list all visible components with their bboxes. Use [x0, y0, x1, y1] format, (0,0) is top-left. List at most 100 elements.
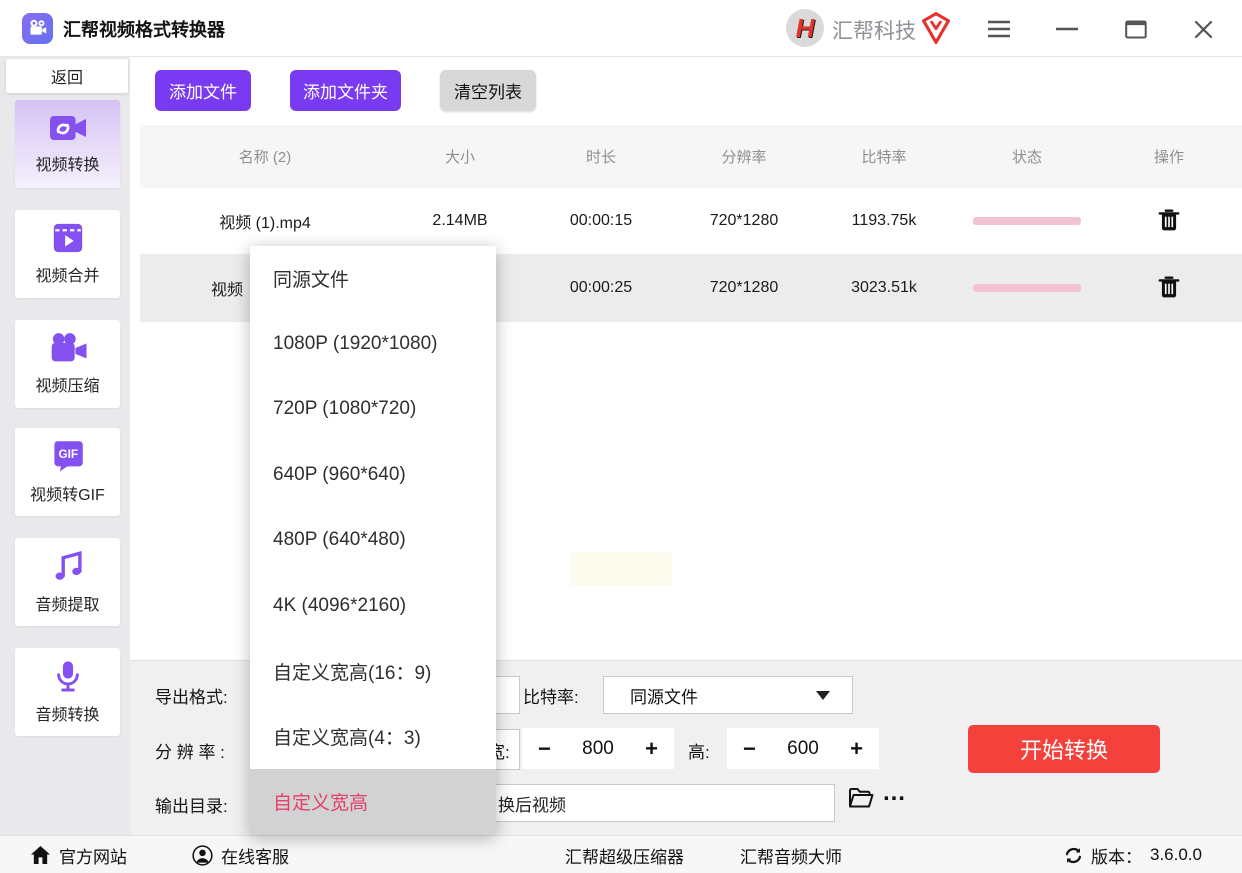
refresh-icon	[1064, 846, 1083, 865]
trash-icon	[1158, 208, 1180, 232]
browse-folder-button[interactable]	[848, 787, 874, 812]
header-bitrate: 比特率	[814, 125, 954, 188]
clear-list-button[interactable]: 清空列表	[440, 70, 536, 111]
app-icon	[22, 13, 53, 44]
header-resolution: 分辨率	[674, 125, 814, 188]
progress-bar	[973, 217, 1081, 225]
resolution-dropdown-menu: 同源文件 1080P (1920*1080) 720P (1080*720) 6…	[250, 246, 496, 835]
output-dir-label: 输出目录:	[155, 792, 228, 817]
dropdown-item[interactable]: 640P (960*640)	[250, 442, 496, 507]
header-name: 名称 (2)	[165, 125, 365, 188]
height-plus-button[interactable]: +	[850, 738, 863, 760]
header-action: 操作	[1099, 125, 1239, 188]
online-service-link[interactable]: 在线客服	[192, 836, 289, 873]
menu-icon[interactable]	[982, 12, 1016, 46]
delete-row-button[interactable]	[1154, 271, 1184, 306]
app-window: 汇帮视频格式转换器 H 汇帮科技 返回	[0, 0, 1242, 873]
header-duration: 时长	[531, 125, 671, 188]
sidebar-item-label: 音频转换	[35, 701, 99, 725]
brand-name: 汇帮科技	[832, 15, 916, 45]
header-size: 大小	[390, 125, 530, 188]
dropdown-item-selected[interactable]: 自定义宽高	[250, 769, 496, 834]
statusbar: 官方网站 在线客服 汇帮超级压缩器 汇帮音频大师 版本： 3.6.0.0	[0, 835, 1242, 873]
width-plus-button[interactable]: +	[645, 738, 658, 760]
height-stepper: − 600 +	[727, 728, 879, 769]
output-dir-value: 换后视频	[498, 791, 566, 816]
official-site-link[interactable]: 官方网站	[30, 836, 127, 873]
sidebar-item-video-to-gif[interactable]: GIF 视频转GIF	[15, 428, 120, 516]
sidebar-item-label: 音频提取	[35, 591, 99, 615]
dropdown-item[interactable]: 480P (640*480)	[250, 508, 496, 573]
width-stepper: − 800 +	[522, 728, 674, 769]
more-options-button[interactable]: …	[882, 779, 907, 807]
home-icon	[30, 845, 51, 865]
movie-camera-icon	[27, 18, 48, 39]
video-to-gif-icon: GIF	[50, 439, 86, 473]
sidebar-item-label: 视频合并	[35, 262, 99, 286]
vip-badge-icon	[920, 11, 952, 50]
sidebar-item-audio-extract[interactable]: 音频提取	[15, 538, 120, 626]
file-resolution: 720*1280	[674, 188, 814, 254]
file-size: 2.14MB	[390, 188, 530, 254]
close-button[interactable]	[1186, 12, 1220, 46]
sidebar-item-video-convert[interactable]: 视频转换	[15, 100, 120, 188]
file-resolution: 720*1280	[674, 254, 814, 322]
resolution-label: 分 辨 率 :	[155, 738, 225, 763]
sidebar-item-video-merge[interactable]: 视频合并	[15, 210, 120, 298]
file-name: 视频 (1).mp4	[165, 188, 365, 254]
width-minus-button[interactable]: −	[538, 738, 551, 760]
bitrate-select[interactable]: 同源文件	[603, 676, 853, 714]
video-merge-icon	[51, 222, 85, 254]
dropdown-item[interactable]: 同源文件	[250, 246, 496, 311]
version-info: 版本： 3.6.0.0	[1064, 836, 1202, 873]
bitrate-value: 同源文件	[630, 683, 698, 708]
svg-text:GIF: GIF	[58, 447, 78, 461]
delete-row-button[interactable]	[1154, 204, 1184, 239]
app-title: 汇帮视频格式转换器	[63, 16, 225, 42]
bitrate-label: 比特率:	[523, 683, 579, 708]
height-label: 高:	[688, 738, 710, 763]
add-folder-button[interactable]: 添加文件夹	[290, 70, 401, 111]
file-duration: 00:00:25	[531, 254, 671, 322]
chevron-down-icon	[816, 691, 830, 700]
sidebar: 返回 视频转换 视频合并	[0, 57, 130, 835]
dropdown-item[interactable]: 4K (4096*2160)	[250, 573, 496, 638]
width-value[interactable]: 800	[582, 738, 614, 760]
music-note-icon	[51, 549, 85, 583]
add-file-button[interactable]: 添加文件	[155, 70, 251, 111]
start-convert-button[interactable]: 开始转换	[968, 725, 1160, 773]
version-label: 版本：	[1091, 843, 1142, 868]
table-header: 名称 (2) 大小 时长 分辨率 比特率 状态 操作	[140, 125, 1242, 188]
height-minus-button[interactable]: −	[743, 738, 756, 760]
watermark	[570, 552, 672, 586]
dropdown-item[interactable]: 自定义宽高(16：9)	[250, 638, 496, 703]
maximize-button[interactable]	[1119, 12, 1153, 46]
file-duration: 00:00:15	[531, 188, 671, 254]
video-compress-icon	[48, 332, 88, 364]
sidebar-item-label: 视频转换	[35, 151, 99, 175]
table-row[interactable]: 视频 (1).mp4 2.14MB 00:00:15 720*1280 1193…	[140, 188, 1242, 254]
sidebar-item-label: 视频转GIF	[30, 481, 105, 505]
dropdown-item[interactable]: 自定义宽高(4：3)	[250, 704, 496, 769]
sidebar-item-video-compress[interactable]: 视频压缩	[15, 320, 120, 408]
header-status: 状态	[957, 125, 1097, 188]
back-button[interactable]: 返回	[6, 59, 128, 93]
minimize-button[interactable]	[1050, 12, 1084, 46]
dropdown-item[interactable]: 720P (1080*720)	[250, 377, 496, 442]
audio-master-link[interactable]: 汇帮音频大师	[740, 836, 842, 873]
person-icon	[192, 845, 213, 866]
super-compressor-link[interactable]: 汇帮超级压缩器	[565, 836, 684, 873]
brand-logo-icon: H	[786, 9, 824, 47]
height-value[interactable]: 600	[787, 738, 819, 760]
version-value: 3.6.0.0	[1150, 845, 1202, 865]
file-bitrate: 3023.51k	[814, 254, 954, 322]
microphone-icon	[52, 659, 84, 693]
folder-icon	[848, 787, 874, 809]
sidebar-item-label: 视频压缩	[35, 372, 99, 396]
dropdown-item[interactable]: 1080P (1920*1080)	[250, 311, 496, 376]
sidebar-item-audio-convert[interactable]: 音频转换	[15, 648, 120, 736]
file-bitrate: 1193.75k	[814, 188, 954, 254]
trash-icon	[1158, 275, 1180, 299]
progress-bar	[973, 284, 1081, 292]
video-convert-icon	[48, 113, 88, 143]
